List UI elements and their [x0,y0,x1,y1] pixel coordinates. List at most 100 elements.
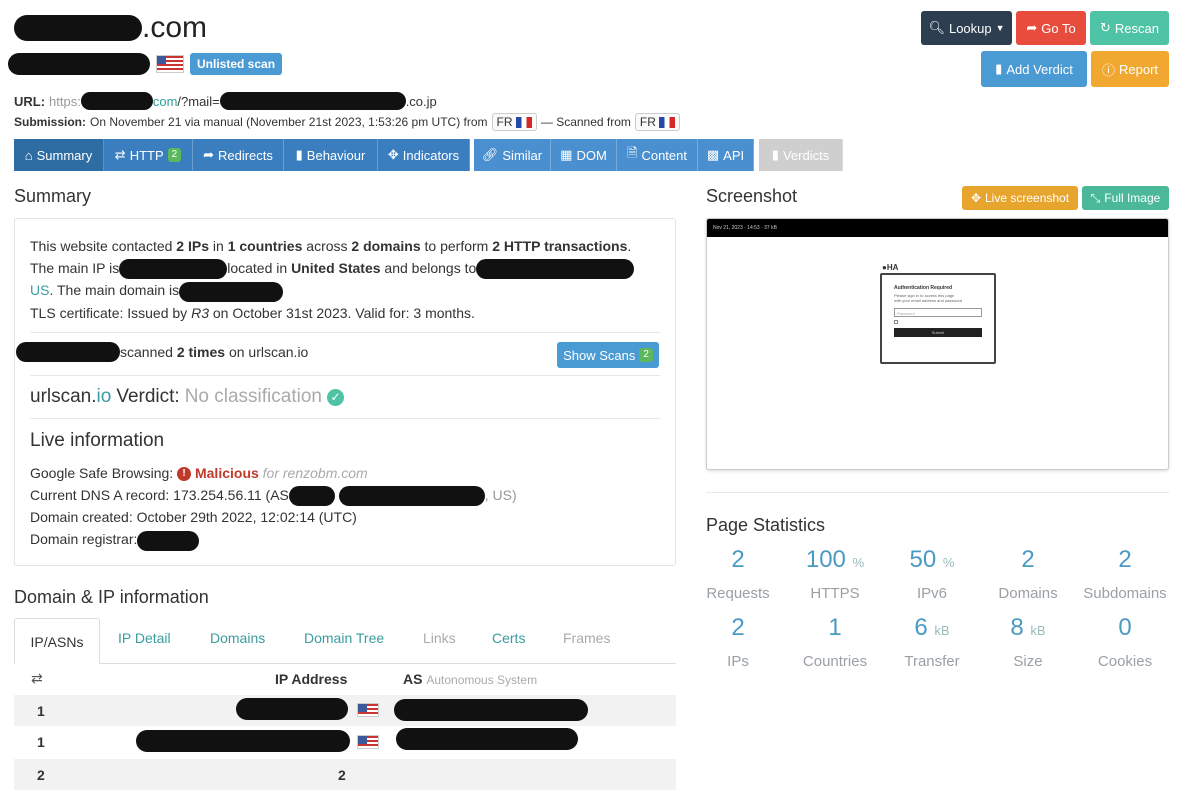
total-count: 2 [37,767,45,783]
scanned-row: scanned 2 times on urlscan.io [16,342,308,362]
http-count-badge: 2 [167,148,182,162]
tab-api-label: API [723,147,745,163]
submission-label: Submission: [14,115,87,129]
share-arrow-icon: ➦ [203,147,214,162]
redacted-domain [14,15,142,41]
alert-icon: ! [177,467,192,482]
fr-flag-icon [659,117,676,129]
submission-country: FR [496,115,513,129]
verdict-label: Verdict: [116,386,180,407]
tab-dom-label: DOM [576,147,607,163]
live-screenshot-button[interactable]: ✥ Live screenshot [962,186,1078,210]
tab-content[interactable]: 🗎︎ Content [617,139,698,171]
exchange-icon: ⇄ [114,147,126,162]
unlisted-badge: Unlisted scan [190,53,283,75]
created-row: Domain created: October 29th 2022, 12:02… [30,509,357,526]
us-flag-icon [357,703,379,717]
scanned-from-tag: FR [634,113,681,131]
screenshot-frame[interactable]: Nov 21, 2023 · 14:53 · 37 kB ●HA Authent… [706,218,1169,470]
summary-line-1: This website contacted 2 IPs in 1 countr… [30,238,632,254]
tab-frames[interactable]: Frames [563,630,610,646]
redacted-url-email [219,92,406,110]
redacted-as-1 [394,699,588,721]
scanned-from-country: FR [639,115,656,129]
url-path: /?mail= [177,93,220,109]
tab-redirects[interactable]: ➦ Redirects [193,139,284,171]
full-image-label: Full Image [1104,191,1161,205]
home-icon: ⌂ [24,147,33,163]
url-tail: .co.jp [405,93,437,109]
summary-text: This website contacted 2 IPs in 1 countr… [30,235,670,324]
stat-requests-label: Requests [706,585,770,602]
qrcode-icon: ▩ [706,147,720,162]
goto-button[interactable]: ➦ Go To [1016,11,1086,45]
screenshot-heading: Screenshot [706,186,798,206]
redacted-main-ip [119,259,228,280]
summary-line-2: The main IP is located in United States a… [30,257,670,280]
search-icon: 🔍︎ [928,20,945,35]
tab-links[interactable]: Links [423,630,456,646]
stat-transfer-label: Transfer [904,653,960,670]
url-prefix: https: [49,93,81,109]
submission-row: Submission: On November 21 via manual (N… [14,113,681,131]
stat-countries-value: 1 [828,614,842,641]
tab-domains[interactable]: Domains [210,630,265,646]
tab-dom[interactable]: ▦ DOM [551,139,617,171]
redacted-ip-2 [136,730,350,752]
rescan-button[interactable]: ↻ Rescan [1090,11,1169,45]
lookup-button[interactable]: 🔍︎ Lookup ▼ [921,11,1012,45]
tab-http[interactable]: ⇄ HTTP 2 [104,139,193,171]
stat-ips-value: 2 [731,614,745,641]
expand-icon: ⤡ [1090,190,1101,205]
tab-http-label: HTTP [129,147,164,163]
us-flag-icon [357,735,379,749]
stat-requests-value: 2 [731,546,745,573]
tab-similar[interactable]: 🔗︎ Similar [474,139,551,171]
file-icon: 🗎︎ [627,145,638,160]
url-label: URL: [14,93,46,109]
stat-ips-label: IPs [727,653,749,670]
redacted-as-2 [396,728,578,750]
table-icon: ▦ [560,147,573,162]
tab-indicators[interactable]: ✥ Indicators [378,139,470,171]
verdict-brand: urlscan.io [30,386,112,407]
crosshair-icon: ✥ [387,147,399,162]
url-row: URL: https: com /?mail= .co.jp [14,92,437,110]
stat-subdomains-value: 2 [1118,546,1132,573]
verdict-row: urlscan.io Verdict: No classification ✓ [30,386,344,408]
tab-verdicts-label: Verdicts [782,147,830,163]
caret-down-icon: ▼ [995,23,1005,33]
url-mid: com [152,93,178,109]
tab-domain-tree[interactable]: Domain Tree [304,630,384,646]
redacted-registrar [137,530,200,551]
tab-ip-asns[interactable]: IP/ASNs [14,618,100,664]
tab-summary[interactable]: ⌂ Summary [14,139,104,171]
tab-indicators-label: Indicators [402,147,460,163]
tab-ip-detail[interactable]: IP Detail [118,630,171,646]
comment-icon: ▮ [771,147,779,162]
us-flag-icon [156,55,184,73]
report-button[interactable]: ⓘ Report [1091,51,1169,87]
crosshair-icon: ✥ [970,191,981,205]
stat-cookies-label: Cookies [1097,653,1153,670]
total-ips: 2 [338,767,346,783]
submission-country-tag: FR [491,113,537,131]
show-scans-button[interactable]: Show Scans 2 [557,342,659,368]
check-circle-icon: ✓ [326,388,344,406]
exclamation-circle-icon: ⓘ [1101,62,1115,78]
gsb-row: Google Safe Browsing: ! Malicious for re… [30,465,368,482]
redacted-scanned-domain [16,342,120,362]
live-info-list: Google Safe Browsing: ! Malicious for re… [30,462,517,551]
stat-size-value: 8 kB [1010,614,1046,641]
tab-api[interactable]: ▩ API [698,139,754,171]
country-link[interactable]: US [30,282,49,298]
add-verdict-label: Add Verdict [1006,61,1073,77]
full-image-button[interactable]: ⤡ Full Image [1082,186,1169,210]
col-ip-address: IP Address [275,671,348,687]
add-verdict-button[interactable]: ▮ Add Verdict [981,51,1087,87]
screenshot-logo: ●HA [882,263,899,272]
tab-behaviour[interactable]: ▮ Behaviour [284,139,378,171]
tab-verdicts[interactable]: ▮ Verdicts [759,139,843,171]
stat-cookies-value: 0 [1118,614,1132,641]
tab-certs[interactable]: Certs [492,630,525,646]
